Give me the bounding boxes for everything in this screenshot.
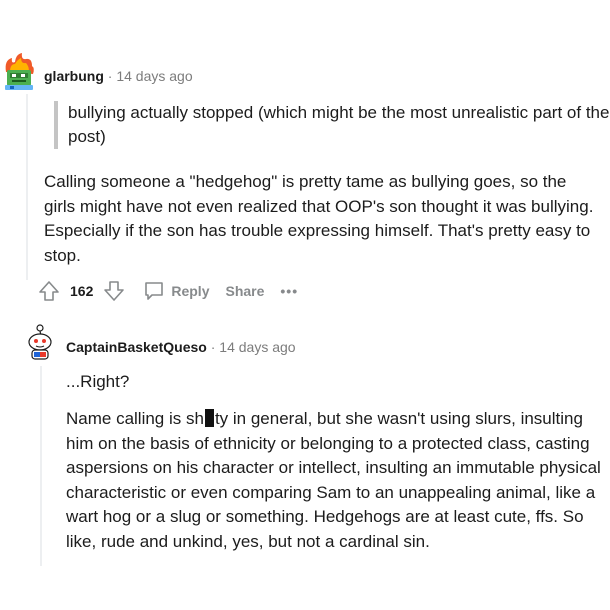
body-text-start: Name calling is sh <box>66 409 204 428</box>
comment-meta: glarbung · 14 days ago <box>44 68 193 84</box>
comment-body: Calling someone a "hedgehog" is pretty t… <box>44 172 594 265</box>
comment-action-bar: 162 Reply Share ••• <box>38 276 298 306</box>
more-options-button[interactable]: ••• <box>280 283 298 299</box>
thread-line[interactable] <box>26 94 28 280</box>
vote-score: 162 <box>70 283 94 299</box>
downvote-icon[interactable] <box>103 280 125 302</box>
snoo-avatar-icon[interactable] <box>24 322 56 362</box>
meta-separator: · <box>107 68 113 84</box>
reply-label: Reply <box>171 283 210 299</box>
comment-bubble-icon <box>145 282 164 300</box>
author-link[interactable]: CaptainBasketQueso <box>66 339 207 355</box>
redaction-block <box>204 409 214 427</box>
reply-button[interactable]: Reply <box>143 280 209 302</box>
fire-robot-avatar-icon[interactable] <box>2 52 36 92</box>
timestamp[interactable]: 14 days ago <box>116 68 192 84</box>
meta-separator: · <box>210 339 216 355</box>
blockquote: bullying actually stopped (which might b… <box>54 101 610 149</box>
share-button[interactable]: Share <box>225 283 264 299</box>
comment-body: Name calling is sh ty in general, but she… <box>66 407 610 555</box>
timestamp[interactable]: 14 days ago <box>219 339 295 355</box>
body-text-end: ty in general, but she wasn't using slur… <box>66 409 601 551</box>
upvote-icon[interactable] <box>38 280 60 302</box>
comment-meta: CaptainBasketQueso · 14 days ago <box>66 339 296 355</box>
comment-body-line: ...Right? <box>66 372 130 391</box>
thread-line[interactable] <box>40 366 42 566</box>
author-link[interactable]: glarbung <box>44 68 104 84</box>
